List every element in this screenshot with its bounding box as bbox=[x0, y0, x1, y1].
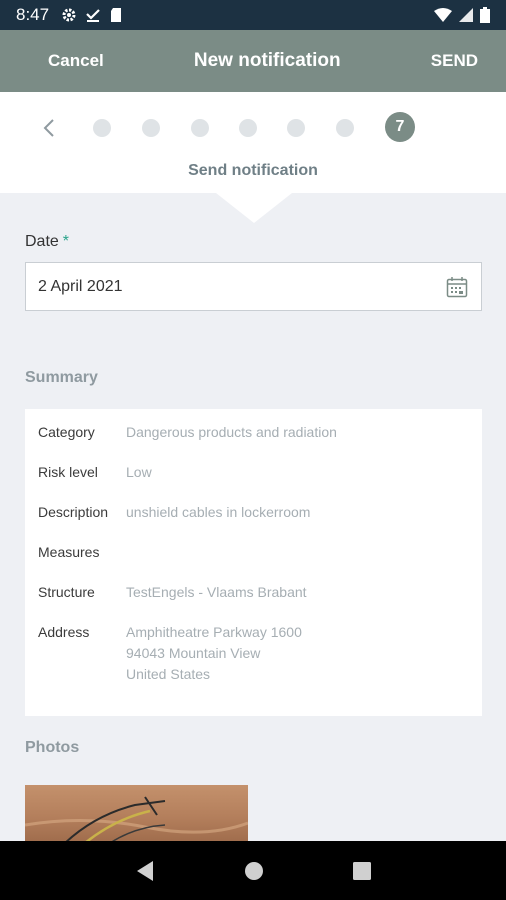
summary-key: Address bbox=[38, 624, 90, 640]
summary-key: Risk level bbox=[38, 464, 98, 480]
summary-value: unshield cables in lockerroom bbox=[126, 504, 311, 520]
system-nav-bar bbox=[0, 841, 506, 900]
app-bar: Cancel New notification SEND bbox=[0, 30, 506, 92]
required-marker: * bbox=[62, 233, 70, 250]
status-bar: 8:47 bbox=[0, 0, 506, 30]
summary-row-description: Description unshield cables in lockerroo… bbox=[38, 504, 482, 544]
address-line: Amphitheatre Parkway 1600 bbox=[126, 624, 302, 640]
date-label: Date * bbox=[25, 233, 69, 251]
download-check-icon bbox=[86, 9, 100, 22]
summary-row-measures: Measures bbox=[38, 544, 482, 584]
page-title: New notification bbox=[193, 50, 341, 71]
step-current[interactable]: 7 bbox=[385, 112, 415, 142]
recents-nav-icon[interactable] bbox=[353, 861, 372, 880]
summary-value: Low bbox=[126, 464, 152, 480]
calendar-icon[interactable] bbox=[445, 275, 469, 299]
summary-row-address: Address Amphitheatre Parkway 1600 94043 … bbox=[38, 624, 482, 685]
photos-title: Photos bbox=[25, 739, 80, 756]
summary-key: Measures bbox=[38, 544, 100, 560]
status-icons-right bbox=[434, 7, 490, 23]
summary-value: TestEngels - Vlaams Brabant bbox=[126, 584, 307, 600]
battery-icon bbox=[480, 7, 490, 23]
summary-value: Dangerous products and radiation bbox=[126, 424, 337, 440]
summary-key: Category bbox=[38, 424, 95, 440]
stepper-panel: Send notification bbox=[0, 92, 506, 193]
photo-image bbox=[25, 796, 248, 843]
date-field[interactable]: 2 April 2021 bbox=[25, 262, 482, 311]
step-dot-1[interactable] bbox=[93, 119, 111, 137]
send-button[interactable]: SEND bbox=[431, 51, 478, 71]
address-line: United States bbox=[126, 666, 211, 682]
summary-key: Description bbox=[38, 504, 109, 520]
sim-card-icon bbox=[111, 8, 122, 22]
back-nav-icon[interactable] bbox=[135, 860, 155, 882]
photo-thumbnail[interactable] bbox=[25, 785, 248, 843]
summary-address-value: Amphitheatre Parkway 1600 94043 Mountain… bbox=[126, 622, 302, 685]
summary-row-category: Category Dangerous products and radiatio… bbox=[38, 424, 482, 464]
date-label-text: Date bbox=[25, 233, 59, 250]
cancel-button[interactable]: Cancel bbox=[48, 51, 104, 71]
summary-card: Category Dangerous products and radiatio… bbox=[25, 409, 482, 716]
step-dot-6[interactable] bbox=[336, 119, 354, 137]
summary-row-risk-level: Risk level Low bbox=[38, 464, 482, 504]
step-dot-2[interactable] bbox=[142, 119, 160, 137]
step-dot-5[interactable] bbox=[287, 119, 305, 137]
summary-title: Summary bbox=[25, 369, 98, 386]
step-label: Send notification bbox=[188, 162, 318, 179]
step-pointer bbox=[216, 193, 292, 223]
status-icons-left bbox=[61, 7, 123, 23]
step-dot-4[interactable] bbox=[239, 119, 257, 137]
home-nav-icon[interactable] bbox=[244, 861, 264, 881]
status-time: 8:47 bbox=[16, 5, 50, 24]
step-dot-3[interactable] bbox=[191, 119, 209, 137]
wifi-icon bbox=[434, 8, 452, 22]
signal-icon bbox=[459, 8, 473, 22]
date-value[interactable]: 2 April 2021 bbox=[38, 278, 123, 296]
summary-key: Structure bbox=[38, 584, 95, 600]
gear-icon bbox=[62, 8, 76, 22]
summary-row-structure: Structure TestEngels - Vlaams Brabant bbox=[38, 584, 482, 624]
chevron-left-icon[interactable] bbox=[38, 116, 62, 140]
address-line: 94043 Mountain View bbox=[126, 645, 261, 661]
